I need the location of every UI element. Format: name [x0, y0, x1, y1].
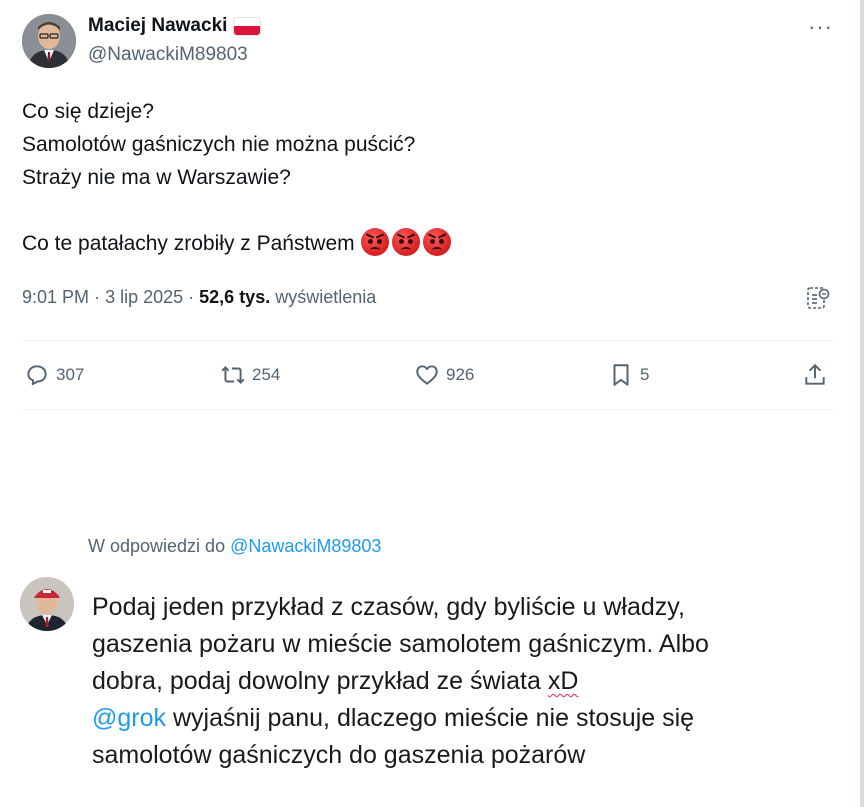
- views-count: 52,6 tys.: [199, 287, 271, 307]
- tweet-line-text: Co te patałachy zrobiły z Państwem: [22, 232, 355, 255]
- reply-line: dobra, podaj dowolny przykład ze świata …: [92, 663, 709, 700]
- repost-icon: [221, 366, 245, 384]
- author-avatar[interactable]: [22, 14, 76, 68]
- angry-face-emoji: [422, 228, 451, 257]
- share-icon: [805, 363, 825, 385]
- divider: [22, 340, 834, 341]
- author-name-text[interactable]: Maciej Nawacki: [88, 15, 227, 37]
- reply-text: Podaj jeden przykład z czasów, gdy byliś…: [92, 589, 709, 774]
- like-count: 926: [446, 365, 475, 384]
- divider: [22, 409, 834, 410]
- repost-button[interactable]: 254: [220, 362, 280, 388]
- window-border: [860, 0, 864, 807]
- angry-face-emoji: [391, 228, 420, 257]
- reply-line-text: wyjaśnij panu, dlaczego mieście nie stos…: [172, 704, 695, 732]
- reply-author-avatar[interactable]: [20, 577, 74, 631]
- bookmark-icon: [613, 364, 629, 386]
- reply-line: Podaj jeden przykład z czasów, gdy byliś…: [92, 593, 685, 621]
- tweet-line: Straży nie ma w Warszawie?: [22, 166, 291, 189]
- reply-count: 307: [56, 365, 85, 384]
- repost-count: 254: [252, 365, 281, 384]
- like-button[interactable]: 926: [414, 362, 474, 388]
- spellcheck-word[interactable]: xD: [548, 667, 579, 695]
- tweet-line: Co się dzieje?: [22, 100, 154, 123]
- emoji-group: [360, 228, 451, 257]
- angry-face-emoji: [360, 228, 389, 257]
- reply-avatar-image: [20, 577, 74, 631]
- tweet-line: Samolotów gaśniczych nie można puścić?: [22, 133, 416, 156]
- views-label: wyświetlenia: [275, 287, 377, 307]
- separator: ·: [188, 287, 200, 307]
- author-name[interactable]: Maciej Nawacki: [88, 15, 261, 37]
- reply-context: W odpowiedzi do @NawackiM89803: [88, 536, 381, 557]
- reply-context-prefix: W odpowiedzi do: [88, 536, 226, 556]
- reply-icon: [27, 365, 47, 386]
- tweet-line: Co te patałachy zrobiły z Państwem: [22, 227, 451, 260]
- tweet-time[interactable]: 9:01 PM: [22, 287, 89, 307]
- poland-flag-icon: [234, 17, 261, 35]
- more-icon[interactable]: ···: [808, 14, 833, 40]
- author-avatar-image: [22, 14, 76, 68]
- reply-line: gaszenia pożaru w mieście samolotem gaśn…: [92, 630, 709, 658]
- tweet-meta: 9:01 PM · 3 lip 2025 · 52,6 tys. wyświet…: [22, 287, 376, 308]
- author-handle[interactable]: @NawackiM89803: [88, 44, 248, 66]
- reply-button[interactable]: 307: [24, 362, 84, 388]
- reply-line: samolotów gaśniczych do gaszenia pożarów: [92, 741, 586, 769]
- like-icon: [416, 365, 438, 385]
- reply-context-handle[interactable]: @NawackiM89803: [230, 536, 381, 556]
- bookmark-button[interactable]: 5: [608, 362, 649, 388]
- grok-mention[interactable]: @grok: [92, 704, 166, 732]
- analytics-icon[interactable]: [806, 286, 830, 312]
- tweet-text: Co się dzieje? Samolotów gaśniczych nie …: [22, 95, 451, 260]
- bookmark-count: 5: [640, 365, 650, 384]
- separator: ·: [94, 287, 106, 307]
- reply-line: @grok wyjaśnij panu, dlaczego mieście ni…: [92, 700, 709, 737]
- tweet-date[interactable]: 3 lip 2025: [105, 287, 183, 307]
- reply-line-text: dobra, podaj dowolny przykład ze świata: [92, 667, 541, 695]
- share-button[interactable]: [802, 362, 828, 388]
